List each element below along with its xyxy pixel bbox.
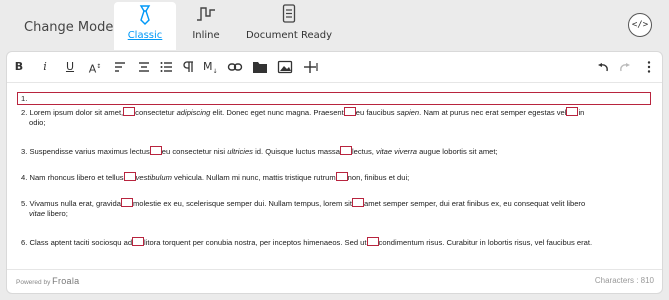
- character-count: Characters : 810: [594, 276, 654, 285]
- froala-logo: Froala: [52, 276, 80, 286]
- highlight-box[interactable]: [335, 172, 348, 181]
- editor-toolbar: B i U A↕ M↓: [7, 52, 662, 82]
- link-icon[interactable]: [227, 60, 243, 74]
- highlight-box[interactable]: [366, 237, 379, 246]
- redo-icon[interactable]: [619, 60, 633, 74]
- font-size-button[interactable]: A↕: [88, 58, 102, 76]
- paragraph-4: 4. Nam rhoncus libero et tellus vestibulu…: [21, 172, 410, 182]
- paragraph-2: 2. Lorem ipsum dolor sit amet, consectetu…: [21, 107, 585, 127]
- highlight-box[interactable]: [123, 172, 136, 181]
- rich-text-editor: B i U A↕ M↓ 1. 2. Lorem ipsum dolor sit …: [6, 51, 663, 294]
- image-icon[interactable]: [277, 60, 293, 74]
- highlight-box[interactable]: [339, 146, 352, 155]
- tab-inline[interactable]: Inline: [186, 2, 226, 50]
- highlight-box[interactable]: [132, 237, 145, 246]
- underline-button[interactable]: U: [64, 58, 76, 76]
- markdown-button[interactable]: M↓: [203, 58, 218, 76]
- highlight-box[interactable]: [343, 107, 356, 116]
- italic-button[interactable]: i: [40, 58, 50, 76]
- paragraph-format-icon[interactable]: [113, 60, 127, 74]
- highlight-box[interactable]: [351, 198, 364, 207]
- footer-divider: [7, 269, 662, 270]
- mode-bar: Change Mode: Classic Inline Document Rea…: [0, 0, 669, 52]
- highlight-box[interactable]: [120, 198, 133, 207]
- toolbar-divider: [7, 82, 662, 83]
- highlight-box[interactable]: [566, 107, 579, 116]
- powered-by-link[interactable]: Powered by Froala: [16, 276, 79, 286]
- tab-classic-label: Classic: [127, 30, 163, 41]
- tab-document-ready[interactable]: Document Ready: [244, 2, 334, 50]
- highlight-box[interactable]: [149, 146, 162, 155]
- folder-icon[interactable]: [252, 60, 268, 74]
- align-center-icon[interactable]: [137, 60, 151, 74]
- tab-classic[interactable]: Classic: [114, 2, 176, 50]
- paragraph-style-icon[interactable]: [181, 60, 195, 74]
- paragraph-6: 6. Class aptent taciti sociosqu ad litora…: [21, 237, 593, 247]
- editor-line-1[interactable]: 1.: [17, 92, 651, 105]
- ordered-list-icon[interactable]: [159, 60, 173, 74]
- wave-icon: [197, 7, 215, 21]
- document-icon: [282, 4, 296, 23]
- tab-document-ready-label: Document Ready: [245, 30, 333, 41]
- paragraph-3: 3. Suspendisse varius maximus lectus eu c…: [21, 146, 498, 156]
- highlight-box[interactable]: [123, 107, 136, 116]
- bold-button[interactable]: B: [13, 58, 25, 76]
- tab-inline-label: Inline: [192, 30, 220, 41]
- undo-icon[interactable]: [595, 60, 609, 74]
- more-misc-icon[interactable]: [303, 60, 319, 74]
- code-view-button[interactable]: </>: [628, 13, 652, 37]
- paragraph-5: 5. Vivamus nulla erat, gravida molestie e…: [21, 198, 586, 218]
- more-options-icon[interactable]: [645, 60, 653, 74]
- tie-icon: [139, 5, 151, 25]
- change-mode-label: Change Mode:: [24, 20, 118, 35]
